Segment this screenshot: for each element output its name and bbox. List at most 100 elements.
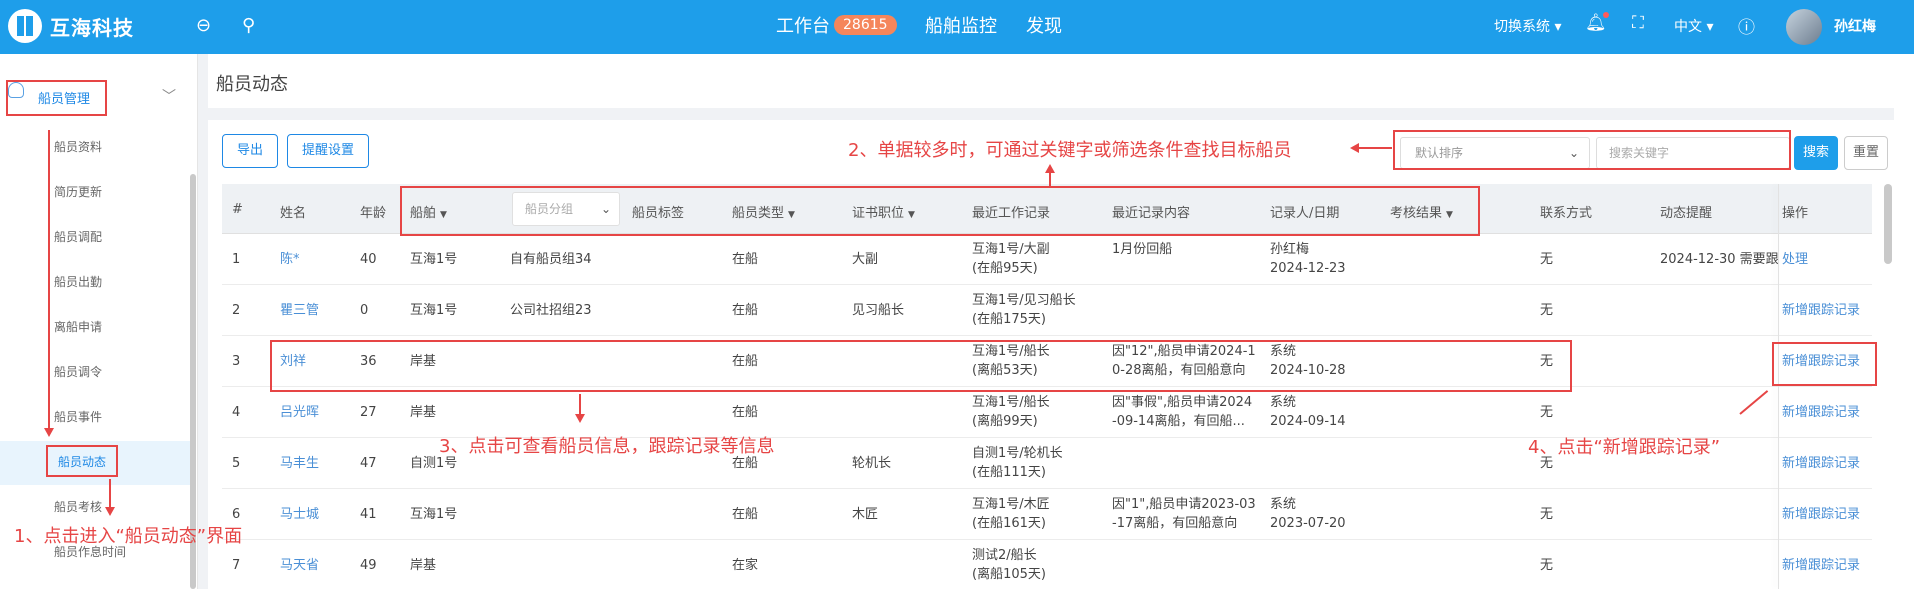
crew-name-link[interactable]: 陈*	[280, 250, 300, 269]
recorder-date-line2: 2024-09-14	[1270, 414, 1346, 429]
remind-settings-button[interactable]: 提醒设置	[287, 134, 369, 168]
annotation-arrow-icon	[44, 428, 54, 437]
recent-content-line1: 因"1",船员申请2023-03	[1112, 497, 1256, 512]
crew-ship: 互海1号	[410, 303, 458, 318]
recent-record-line2: (在船111天)	[972, 465, 1046, 480]
crew-name-link[interactable]: 吕光晖	[280, 403, 319, 422]
recent-record-line2: (在船175天)	[972, 312, 1046, 327]
recorder-date-line1: 系统	[1270, 497, 1297, 512]
fixed-column-divider	[1778, 184, 1779, 589]
recent-record: 互海1号/大副 (在船95天)	[972, 240, 1050, 278]
recent-record-line2: (在船95天)	[972, 261, 1038, 276]
crew-age: 40	[360, 252, 377, 267]
crew-name-link[interactable]: 马丰生	[280, 454, 319, 473]
nav-discover[interactable]: 发现	[1026, 12, 1062, 38]
recent-content-line1: 因"事假",船员申请2024	[1112, 395, 1253, 410]
annotation-box-add-record	[1772, 342, 1877, 386]
crew-name-link[interactable]: 马天省	[280, 556, 319, 575]
crew-ship: 岸基	[410, 558, 437, 573]
sidebar-item-transfer-order[interactable]: 船员调令	[54, 363, 102, 380]
switch-system-label: 切换系统	[1494, 19, 1550, 35]
fullscreen-icon[interactable]: ⛶	[1632, 13, 1644, 33]
operation-link[interactable]: 新增跟踪记录	[1782, 301, 1860, 320]
recent-record-line1: 互海1号/木匠	[972, 497, 1050, 512]
crew-name-link[interactable]: 马士城	[280, 505, 319, 524]
user-avatar[interactable]	[1786, 9, 1822, 45]
crew-type: 在船	[732, 405, 759, 420]
table-row[interactable]: 6 马士城 41 互海1号 在船 木匠无新增跟踪记录 互海1号/木匠 (在船161天) 因"1"…	[222, 489, 1872, 540]
recorder-date: 系统 2024-09-14	[1270, 393, 1346, 431]
search-button[interactable]: 搜索	[1794, 136, 1838, 170]
language-label: 中文	[1674, 19, 1702, 35]
operation-link[interactable]: 新增跟踪记录	[1782, 556, 1860, 575]
nav-workbench-label: 工作台	[776, 16, 830, 37]
table-row[interactable]: 7 马天省 49 岸基 在家 无 新增跟踪记录 测试2/船长 (离船105天)	[222, 540, 1872, 589]
crew-contact: 无	[1540, 303, 1554, 318]
annotation-box-row	[270, 340, 1572, 392]
crew-contact: 无	[1540, 405, 1554, 420]
table-row[interactable]: 4 吕光晖 27 岸基 在船 无 新增跟踪记录 互海1号/船长 (离船99天) 因"事假",船员申…	[222, 387, 1872, 438]
search-icon[interactable]: ⚲	[242, 14, 255, 38]
top-navbar: 互海科技 ⊖ ⚲ 工作台 28615 船舶监控 发现 切换系统 ▾ 🔔︎ ⛶ 中…	[0, 0, 1914, 54]
sidebar-item-attendance[interactable]: 船员出勤	[54, 273, 102, 290]
app-logo[interactable]: 互海科技	[8, 9, 134, 43]
sidebar-item-resume-update[interactable]: 简历更新	[54, 183, 102, 200]
nav-ship-monitor[interactable]: 船舶监控	[925, 12, 997, 38]
recent-content-line2: -17离船，有回船意向	[1112, 516, 1238, 531]
annotation-arrow-icon	[1045, 164, 1055, 173]
operation-link[interactable]: 新增跟踪记录	[1782, 403, 1860, 422]
operation-link[interactable]: 新增跟踪记录	[1782, 505, 1860, 524]
annotation-arrow-icon	[575, 414, 585, 423]
operation-link[interactable]: 新增跟踪记录	[1782, 454, 1860, 473]
crew-age: 0	[360, 303, 369, 318]
row-index: 2	[232, 303, 241, 318]
nav-workbench[interactable]: 工作台 28615	[776, 12, 897, 38]
table-row[interactable]: 1 陈* 40 互海1号 自有船员组34 在船 大副 无 2024-12-30 需要跟 处理 互海1…	[222, 234, 1872, 285]
crew-type: 在家	[732, 558, 759, 573]
recorder-date: 系统 2023-07-20	[1270, 495, 1346, 533]
sidebar-item-crew-events[interactable]: 船员事件	[54, 408, 102, 425]
col-index: #	[232, 202, 243, 217]
sidebar-item-crew-allocation[interactable]: 船员调配	[54, 228, 102, 245]
user-name[interactable]: 孙红梅	[1834, 16, 1876, 36]
language-dropdown[interactable]: 中文 ▾	[1674, 16, 1713, 36]
recent-record: 互海1号/船长 (离船99天)	[972, 393, 1050, 431]
sidebar-item-leave-request[interactable]: 离船申请	[54, 318, 102, 335]
crew-remind: 2024-12-30 需要跟	[1660, 252, 1779, 267]
crew-group: 公司社招组23	[510, 303, 592, 318]
recent-record-line2: (离船105天)	[972, 567, 1046, 582]
annotation-line-filters	[1049, 172, 1051, 186]
annotation-box-crew-dynamics	[46, 445, 118, 477]
annotation-step2: 2、单据较多时，可通过关键字或筛选条件查找目标船员	[848, 140, 1292, 161]
col-operation: 操作	[1782, 206, 1809, 221]
operation-link[interactable]: 处理	[1782, 250, 1808, 269]
switch-system-dropdown[interactable]: 切换系统 ▾	[1494, 16, 1561, 36]
crew-name-link[interactable]: 瞿三管	[280, 301, 319, 320]
reset-button[interactable]: 重置	[1844, 136, 1888, 170]
back-circle-icon[interactable]: ⊖	[196, 14, 211, 38]
nav-discover-label: 发现	[1026, 16, 1062, 37]
help-icon[interactable]: ⓘ	[1738, 13, 1755, 38]
recorder-date-line2: 2023-07-20	[1270, 516, 1346, 531]
logo-icon	[8, 9, 42, 43]
sidebar-item-crew-assessment[interactable]: 船员考核	[54, 498, 102, 515]
crew-ship: 互海1号	[410, 252, 458, 267]
recent-record: 测试2/船长 (离船105天)	[972, 546, 1046, 584]
sidebar-item-crew-profile[interactable]: 船员资料	[54, 138, 102, 155]
crew-post: 轮机长	[852, 456, 892, 471]
annotation-box-search	[1393, 130, 1791, 170]
recent-content: 因"1",船员申请2023-03 -17离船，有回船意向	[1112, 495, 1256, 533]
recent-record-line1: 互海1号/见习船长	[972, 293, 1076, 308]
recent-record-line1: 测试2/船长	[972, 548, 1037, 563]
notification-dot	[1603, 12, 1609, 18]
table-row[interactable]: 2 瞿三管 0 互海1号 公司社招组23 在船 见习船长 无 新增跟踪记录 互海1号/见习船长 (在…	[222, 285, 1872, 336]
annotation-box-filters	[400, 186, 1480, 236]
workbench-count-badge: 28615	[834, 15, 897, 35]
table-scrollbar[interactable]	[1884, 184, 1892, 264]
crew-age: 47	[360, 456, 377, 471]
annotation-line-step2	[1358, 147, 1392, 149]
recorder-date-line1: 孙红梅	[1270, 242, 1310, 257]
crew-ship: 互海1号	[410, 507, 458, 522]
export-button[interactable]: 导出	[222, 134, 278, 168]
annotation-step4: 4、点击“新增跟踪记录”	[1528, 437, 1721, 458]
